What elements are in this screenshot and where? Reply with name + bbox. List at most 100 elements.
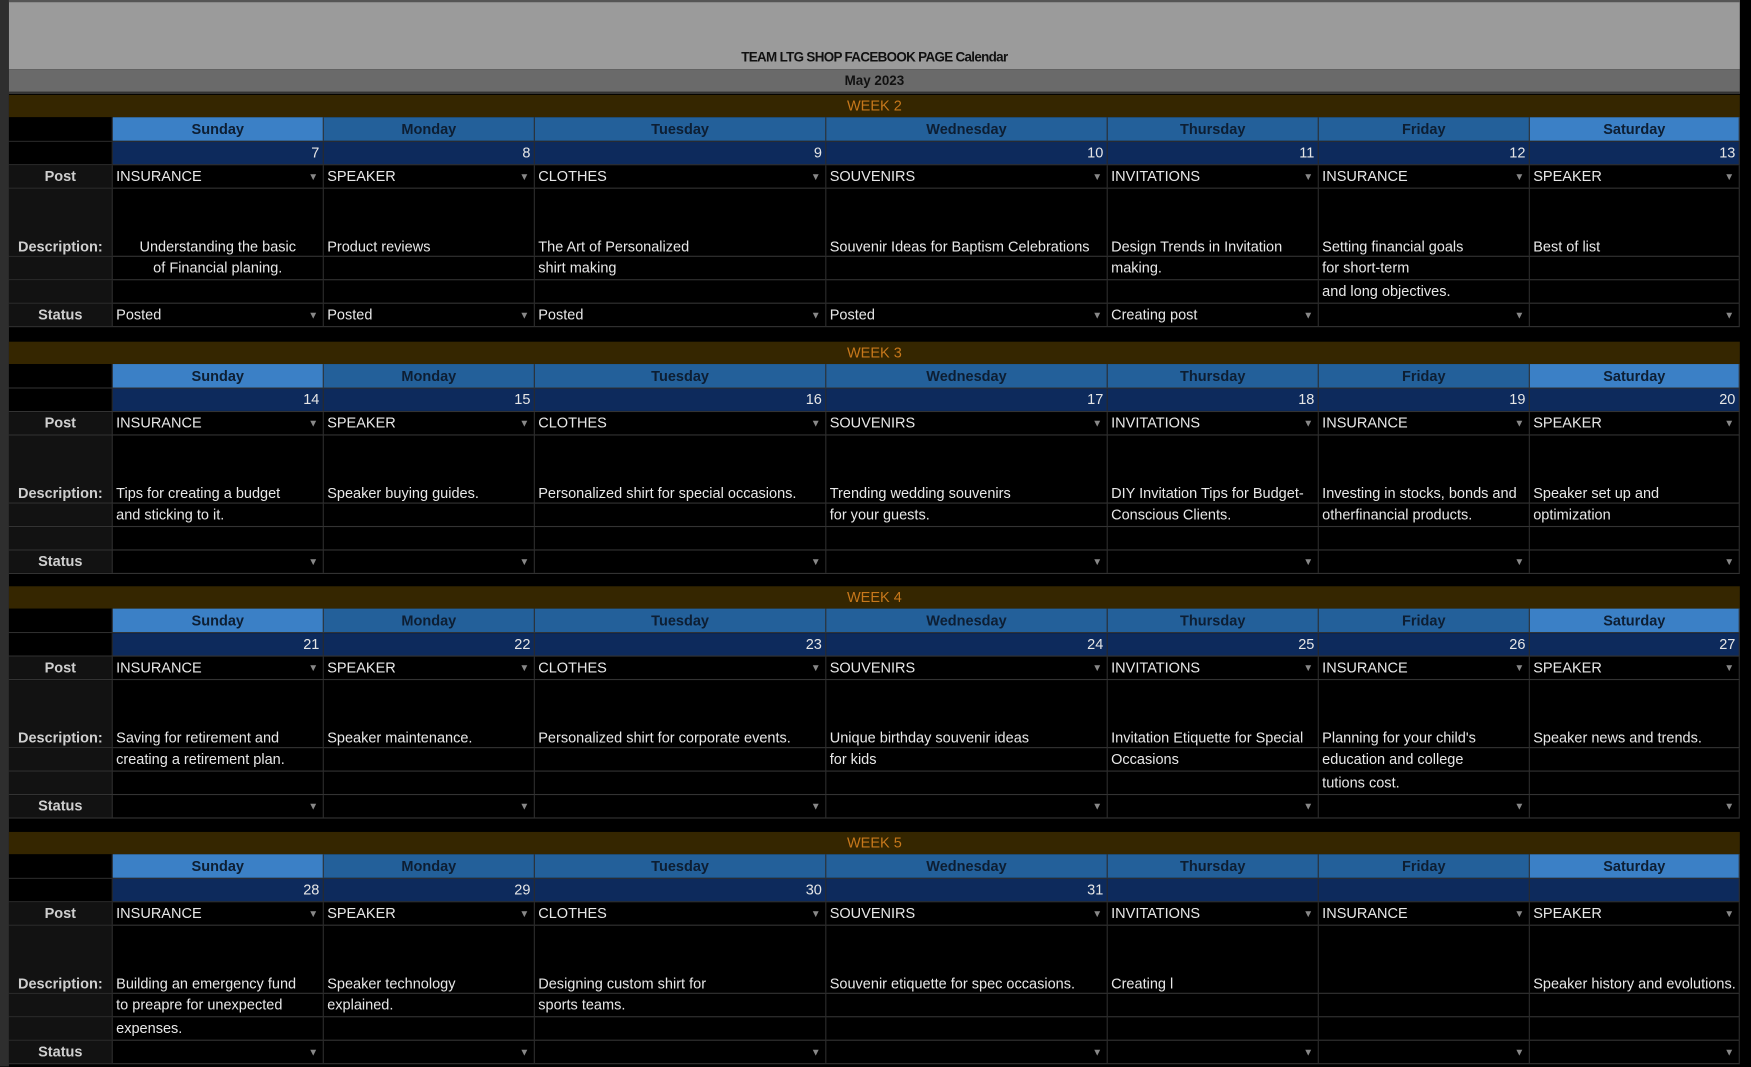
description-cell[interactable]: Souvenir Ideas for Baptism Celebrations [826, 188, 1108, 256]
status-dropdown[interactable]: ▼ [826, 795, 1108, 818]
description-cell[interactable] [826, 527, 1108, 550]
day-header-monday[interactable]: Monday [323, 117, 535, 141]
description-cell[interactable]: Speaker set up and [1530, 435, 1740, 503]
description-cell[interactable]: creating a retirement plan. [113, 748, 324, 771]
day-header-thursday[interactable]: Thursday [1107, 854, 1319, 878]
description-cell[interactable] [324, 256, 535, 280]
post-dropdown[interactable]: SOUVENIRS ▼ [826, 412, 1108, 435]
dropdown-arrow-icon[interactable]: ▼ [519, 165, 529, 187]
post-dropdown[interactable]: SOUVENIRS ▼ [826, 902, 1108, 925]
dropdown-arrow-icon[interactable]: ▼ [1724, 304, 1734, 326]
description-cell[interactable]: education and college [1319, 748, 1530, 771]
corner-cell[interactable] [8, 117, 113, 141]
description-cell[interactable]: for short-term [1319, 256, 1530, 280]
dropdown-arrow-icon[interactable]: ▼ [1724, 657, 1734, 679]
status-dropdown[interactable]: ▼ [1530, 1040, 1740, 1064]
day-header-wednesday[interactable]: Wednesday [826, 854, 1108, 878]
description-cell[interactable]: sports teams. [535, 993, 827, 1017]
dropdown-arrow-icon[interactable]: ▼ [519, 795, 529, 817]
dropdown-arrow-icon[interactable]: ▼ [1303, 551, 1313, 573]
status-dropdown[interactable]: Posted ▼ [113, 303, 324, 327]
description-cell[interactable] [535, 771, 827, 794]
day-header-thursday[interactable]: Thursday [1107, 117, 1319, 141]
status-dropdown[interactable]: ▼ [535, 550, 827, 573]
description-cell[interactable]: and sticking to it. [113, 503, 324, 526]
date-cell[interactable]: 9 [534, 141, 827, 165]
description-cell[interactable]: for your guests. [826, 503, 1108, 526]
description-cell[interactable] [1108, 1017, 1319, 1040]
date-cell[interactable]: 12 [1318, 141, 1530, 165]
description-cell[interactable] [826, 280, 1108, 303]
description-cell[interactable] [826, 771, 1108, 794]
post-dropdown[interactable]: INVITATIONS ▼ [1108, 902, 1319, 925]
status-dropdown[interactable]: ▼ [826, 1040, 1108, 1064]
description-cell[interactable]: Unique birthday souvenir ideas [826, 680, 1108, 748]
corner-cell[interactable] [8, 854, 113, 878]
dropdown-arrow-icon[interactable]: ▼ [308, 795, 318, 817]
dropdown-arrow-icon[interactable]: ▼ [308, 304, 318, 326]
day-header-tuesday[interactable]: Tuesday [534, 854, 827, 878]
dropdown-arrow-icon[interactable]: ▼ [1724, 902, 1734, 924]
day-header-tuesday[interactable]: Tuesday [534, 608, 827, 633]
description-cell[interactable]: and long objectives. [1319, 280, 1530, 303]
day-header-sunday[interactable]: Sunday [112, 608, 324, 633]
description-cell[interactable] [324, 1017, 535, 1040]
description-cell[interactable]: Conscious Clients. [1108, 503, 1319, 526]
description-cell[interactable]: Saving for retirement and [113, 680, 324, 748]
date-cell[interactable]: 29 [323, 878, 535, 902]
description-cell[interactable] [1530, 280, 1740, 303]
description-cell[interactable]: Planning for your child's [1319, 680, 1530, 748]
description-cell[interactable]: Occasions [1108, 748, 1319, 771]
week-header[interactable]: WEEK 3 [8, 341, 1740, 365]
date-cell[interactable]: 15 [323, 388, 535, 411]
description-cell[interactable]: Speaker history and evolutions. [1530, 925, 1740, 993]
day-header-saturday[interactable]: Saturday [1529, 608, 1740, 633]
description-cell[interactable] [1319, 527, 1530, 550]
post-dropdown[interactable]: CLOTHES ▼ [535, 902, 827, 925]
day-header-wednesday[interactable]: Wednesday [826, 117, 1108, 141]
week-header[interactable]: WEEK 5 [8, 831, 1740, 855]
status-dropdown[interactable]: ▼ [1319, 550, 1530, 573]
description-cell[interactable]: for kids [826, 748, 1108, 771]
day-header-friday[interactable]: Friday [1318, 117, 1530, 141]
description-cell[interactable] [826, 256, 1108, 280]
dropdown-arrow-icon[interactable]: ▼ [1514, 1041, 1524, 1063]
dropdown-arrow-icon[interactable]: ▼ [1092, 551, 1102, 573]
post-dropdown[interactable]: SOUVENIRS ▼ [826, 165, 1108, 188]
dropdown-arrow-icon[interactable]: ▼ [1514, 304, 1524, 326]
day-header-thursday[interactable]: Thursday [1107, 364, 1319, 388]
dropdown-arrow-icon[interactable]: ▼ [1092, 412, 1102, 434]
day-header-sunday[interactable]: Sunday [112, 364, 324, 388]
date-cell[interactable]: 7 [112, 141, 324, 165]
post-dropdown[interactable]: CLOTHES ▼ [535, 412, 827, 435]
post-dropdown[interactable]: INSURANCE ▼ [1319, 656, 1530, 679]
day-header-thursday[interactable]: Thursday [1107, 608, 1319, 633]
dropdown-arrow-icon[interactable]: ▼ [1724, 795, 1734, 817]
description-cell[interactable] [113, 280, 324, 303]
dropdown-arrow-icon[interactable]: ▼ [1303, 657, 1313, 679]
corner-cell[interactable] [8, 364, 113, 388]
date-cell[interactable]: 19 [1318, 388, 1530, 411]
status-dropdown[interactable]: ▼ [1108, 550, 1319, 573]
dropdown-arrow-icon[interactable]: ▼ [811, 657, 821, 679]
month-label[interactable]: May 2023 [8, 69, 1740, 94]
dropdown-arrow-icon[interactable]: ▼ [308, 902, 318, 924]
day-header-friday[interactable]: Friday [1318, 608, 1530, 633]
corner-cell[interactable] [8, 141, 113, 165]
post-dropdown[interactable]: INSURANCE ▼ [113, 165, 324, 188]
description-cell[interactable] [324, 748, 535, 771]
status-dropdown[interactable]: ▼ [1530, 550, 1740, 573]
dropdown-arrow-icon[interactable]: ▼ [1092, 902, 1102, 924]
post-dropdown[interactable]: SPEAKER ▼ [324, 656, 535, 679]
status-dropdown[interactable]: ▼ [1108, 1040, 1319, 1064]
description-cell[interactable] [1530, 771, 1740, 794]
status-dropdown[interactable]: Posted ▼ [535, 303, 827, 327]
description-cell[interactable]: DIY Invitation Tips for Budget- [1108, 435, 1319, 503]
date-cell[interactable] [1318, 878, 1530, 902]
dropdown-arrow-icon[interactable]: ▼ [308, 551, 318, 573]
dropdown-arrow-icon[interactable]: ▼ [1303, 304, 1313, 326]
description-cell[interactable]: Souvenir etiquette for spec occasions. [826, 925, 1108, 993]
date-cell[interactable]: 24 [826, 633, 1108, 656]
post-dropdown[interactable]: INSURANCE ▼ [113, 902, 324, 925]
description-cell[interactable]: Speaker news and trends. [1530, 680, 1740, 748]
